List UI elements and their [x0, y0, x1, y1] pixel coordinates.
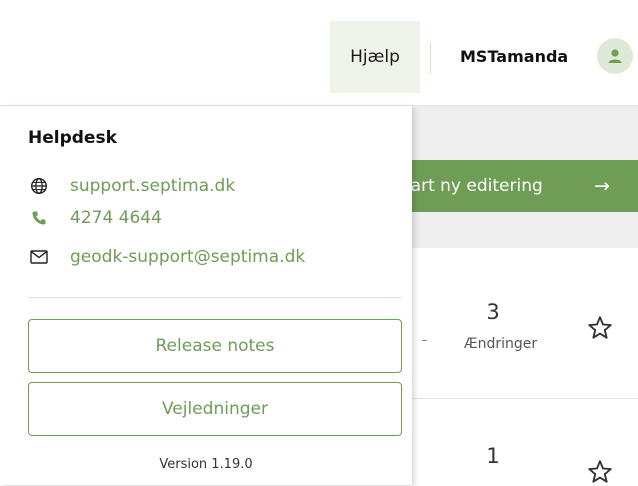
user-avatar[interactable]	[597, 38, 633, 74]
help-button-label: Hjælp	[350, 47, 400, 67]
helpdesk-dropdown: Helpdesk support.septima.dk 4274 4644 ge…	[0, 106, 412, 485]
username-label[interactable]: MSTamanda	[460, 47, 568, 66]
top-bar: Hjælp MSTamanda	[0, 0, 638, 106]
helpdesk-divider	[28, 297, 402, 298]
release-notes-button[interactable]: Release notes	[28, 319, 402, 373]
help-button[interactable]: Hjælp	[330, 21, 420, 93]
row-dash	[422, 340, 427, 341]
helpdesk-email-link[interactable]: geodk-support@septima.dk	[70, 247, 305, 267]
version-text: Version 1.19.0	[159, 457, 253, 472]
mail-icon	[28, 246, 50, 268]
helpdesk-website-link[interactable]: support.septima.dk	[70, 176, 235, 196]
phone-icon	[28, 207, 50, 229]
start-new-edit-label: tart ny editering	[404, 176, 543, 196]
release-notes-label: Release notes	[155, 336, 275, 356]
helpdesk-title: Helpdesk	[28, 128, 117, 148]
edit-list-item[interactable]: 1	[412, 400, 638, 485]
guides-button[interactable]: Vejledninger	[28, 382, 402, 436]
edit-list-item[interactable]: 3 Ændringer	[412, 252, 638, 399]
helpdesk-phone-row[interactable]: 4274 4644	[28, 206, 162, 230]
helpdesk-website-row[interactable]: support.septima.dk	[28, 174, 235, 198]
start-new-edit-button[interactable]: tart ny editering →	[404, 160, 638, 212]
user-icon	[608, 49, 622, 63]
helpdesk-email-row[interactable]: geodk-support@septima.dk	[28, 245, 305, 269]
arrow-right-icon: →	[594, 175, 610, 197]
change-count: 1	[486, 444, 500, 468]
header-divider	[430, 42, 431, 74]
change-count-label: Ændringer	[464, 336, 538, 352]
star-outline-icon[interactable]	[586, 314, 614, 342]
star-outline-icon[interactable]	[586, 458, 614, 486]
change-count: 3	[486, 300, 500, 324]
globe-icon	[28, 175, 50, 197]
helpdesk-phone-link[interactable]: 4274 4644	[70, 208, 162, 228]
guides-label: Vejledninger	[162, 399, 268, 419]
